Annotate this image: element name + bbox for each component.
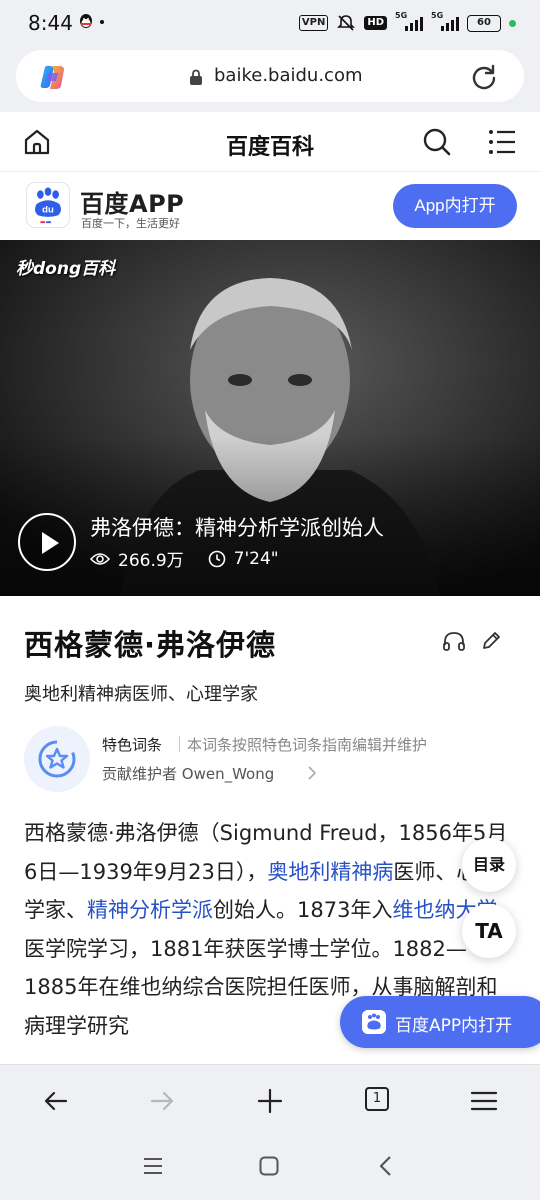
app-name: 百度APP [80, 190, 185, 218]
eye-icon [90, 552, 110, 565]
battery-icon: 60 [467, 14, 501, 32]
table-of-contents-button[interactable]: 目录 [462, 838, 516, 892]
edit-icon[interactable] [481, 631, 501, 651]
chevron-right-icon [308, 766, 317, 780]
new-tab-plus-icon[interactable] [256, 1087, 284, 1115]
article-content: 西格蒙德·弗洛伊德 奥地利精神病医师、心理学家 特色词条 本词条按照特色词条指南… [0, 596, 540, 1064]
copilot-icon[interactable] [38, 63, 68, 91]
headphone-icon[interactable] [443, 631, 465, 651]
video-title: 弗洛伊德：精神分析学派创始人 [90, 516, 384, 540]
notification-dot [100, 20, 104, 24]
video-duration: 7'24" [233, 548, 279, 569]
status-indicators: VPN HD 5G 5G 60 [298, 11, 516, 34]
vpn-icon: VPN [298, 15, 329, 31]
browser-bottom-bar [0, 1064, 540, 1136]
clock-icon [208, 550, 225, 567]
video-thumbnail [0, 240, 540, 596]
app-download-banner: du 百度APP 百度一下，生活更好 App内打开 [0, 172, 540, 240]
open-in-app-button[interactable]: App内打开 [393, 184, 517, 228]
open-in-baidu-app-button[interactable]: 百度APP内打开 [340, 996, 540, 1048]
video-source-logo: 秒dong百科 [16, 259, 116, 279]
entry-title: 西格蒙德·弗洛伊德 [24, 628, 277, 662]
privacy-indicator [509, 19, 516, 27]
address-bar[interactable]: baike.baidu.com [16, 50, 524, 102]
site-header: 百度百科 [0, 112, 540, 172]
tabs-button[interactable]: 1 [365, 1087, 389, 1111]
signal-icon: 5G [395, 11, 423, 33]
lock-icon [190, 69, 202, 85]
signal-icon-2: 5G [431, 11, 459, 33]
reload-icon[interactable] [470, 63, 498, 91]
page-title: 百度百科 [225, 135, 314, 160]
video-meta: 266.9万 7'24" [90, 546, 279, 571]
ta-button[interactable]: TA [462, 904, 516, 958]
featured-entry-badge-icon [24, 726, 90, 792]
open-in-baidu-app-label: 百度APP内打开 [395, 1016, 513, 1036]
play-button[interactable] [18, 513, 76, 571]
featured-entry-description: 本词条按照特色词条指南编辑并维护 [187, 736, 428, 754]
url-text[interactable]: baike.baidu.com [214, 65, 363, 86]
menu-icon[interactable] [488, 129, 516, 155]
link-austria-psychiatrist[interactable]: 奥地利精神病 [267, 860, 393, 884]
search-icon[interactable] [422, 127, 452, 157]
browser-menu-icon[interactable] [470, 1087, 498, 1115]
status-bar: 8:44 VPN HD 5G 5G 60 [0, 0, 540, 46]
baidu-app-logo: du [26, 182, 70, 228]
browser-toolbar: baike.baidu.com [0, 46, 540, 112]
link-psychoanalysis[interactable]: 精神分析学派 [87, 898, 213, 922]
status-time: 8:44 [28, 11, 73, 35]
mute-icon [337, 15, 356, 31]
back-arrow-icon[interactable] [42, 1087, 70, 1115]
video-player[interactable]: 秒dong百科 弗洛伊德：精神分析学派创始人 266.9万 7'24" [0, 240, 540, 596]
contributor-link[interactable]: 贡献维护者 Owen_Wong [102, 763, 274, 784]
recent-apps-icon[interactable] [143, 1157, 163, 1175]
summary-text: 创始人。1873年入 [213, 898, 393, 922]
home-button-icon[interactable] [259, 1156, 279, 1176]
system-navigation-bar [0, 1136, 540, 1200]
app-slogan: 百度一下，生活更好 [81, 217, 180, 230]
qq-icon [80, 14, 92, 28]
divider [179, 736, 180, 752]
video-views: 266.9万 [118, 551, 184, 571]
svg-text:du: du [42, 205, 54, 216]
back-button-icon[interactable] [378, 1156, 392, 1176]
hd-icon: HD [364, 16, 387, 30]
forward-arrow-icon[interactable] [148, 1087, 176, 1115]
entry-subtitle: 奥地利精神病医师、心理学家 [24, 684, 258, 705]
baidu-paw-icon [362, 1010, 386, 1034]
featured-entry-label: 特色词条 [102, 736, 163, 754]
